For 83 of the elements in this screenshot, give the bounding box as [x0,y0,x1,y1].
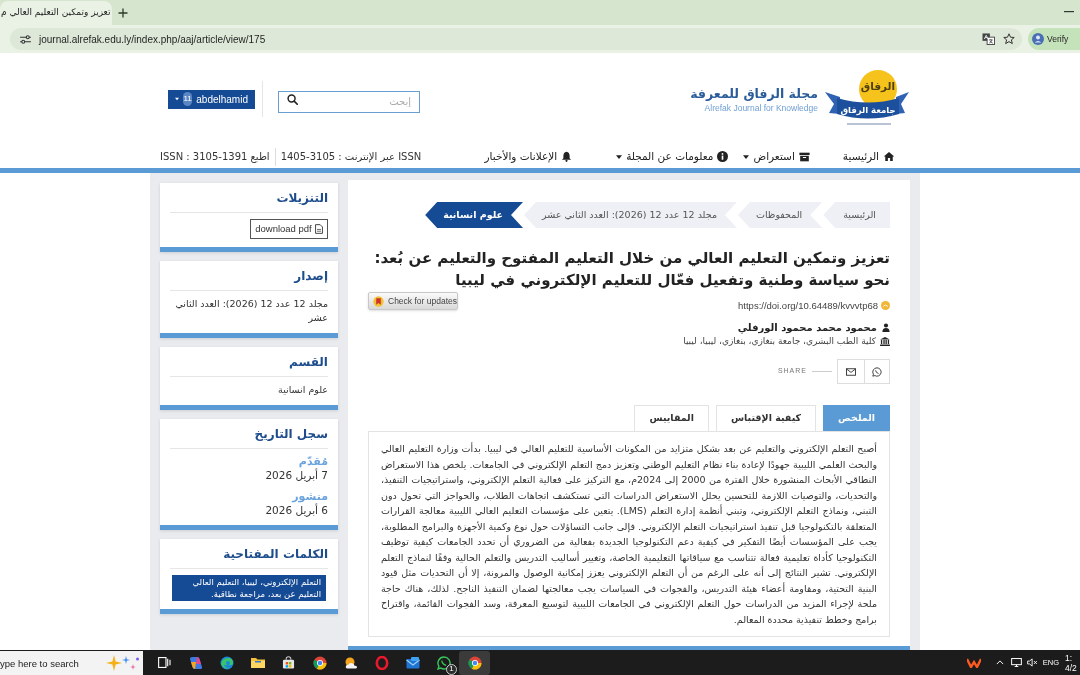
logo-ribbon-text: جامعة الرفاق [839,104,897,116]
file-icon [314,224,323,234]
article-title: تعزيز وتمكين التعليم العالي من خلال التعليم المفتوح والتعليم عن بُعد: نحو سياسة وطنية وتفعيل فعّال للتعليم الإلكتروني في ليبيا [373,248,890,291]
breadcrumb-link[interactable]: الرئيسية [823,202,890,228]
chat-bubble-icon[interactable] [436,655,451,670]
unread-count: 1 [446,663,457,675]
disc-icon [881,301,890,311]
author-affiliation: كلية الطب البشري، جامعة بنغازي، بنغازي، ليبيا، ليبيا [683,335,876,347]
info-icon [717,151,729,162]
folder-icon[interactable] [250,656,265,669]
nav-link[interactable]: الرئيسية [842,148,895,165]
breadcrumb-link[interactable]: المحفوظات [738,202,823,228]
search-field[interactable]: إبحث [278,90,420,113]
breadcrumb-link[interactable]: علوم انسانية [425,202,523,228]
ring-icon[interactable] [374,655,389,670]
sliders-icon[interactable] [20,34,31,44]
article-tab[interactable]: المقاييس [634,405,709,431]
breadcrumb-link[interactable]: مجلد 12 عدد 12 (2026): العدد الثاني عشر [524,202,737,228]
caret-icon [175,97,179,101]
user-icon [882,323,890,332]
journal-title: مجلة الرفاق للمعرفة [690,84,818,103]
circle-segments-icon[interactable] [312,655,327,670]
bell-icon [561,151,573,162]
avatar-icon [1032,33,1044,45]
date-value: 6 أبريل 2026 [265,503,328,517]
minimize-icon[interactable] [1064,11,1074,13]
sidebar-text: علوم انسانية [277,383,328,397]
user-menu-button[interactable]: 11 abdelhamid [168,89,255,109]
notification-count: 11 [183,92,193,106]
taskbar-button[interactable] [459,650,490,675]
profile-button[interactable]: Verify [1028,28,1080,50]
doi-link[interactable]: https://doi.org/10.64489/kvvvtp68 [738,298,878,313]
envelope-icon[interactable] [405,656,420,669]
taskbar-button[interactable]: 1 [428,650,459,675]
circle-segments-icon[interactable] [467,655,482,670]
cloud-sun-icon[interactable] [343,656,358,669]
sidebar-heading: إصدار [292,268,328,284]
article-tab[interactable]: كيفية الإقتباس [715,405,817,431]
date-label: منشور [292,490,328,503]
nav-link[interactable]: استعراض [743,148,810,165]
clock-date[interactable]: 4/2 [1065,662,1077,673]
search-icon[interactable] [287,93,298,105]
bookmark-star-icon[interactable] [1003,33,1015,45]
taskbar-search-field[interactable]: ype here to search [0,651,143,675]
sidebar-heading: الكلمات المفتاحية [222,546,328,562]
sidebar-heading: التنزيلات [275,190,328,206]
sidebar-heading: القسم [288,354,328,370]
nav-link[interactable]: الإعلانات والأخبار [484,148,573,165]
new-tab-icon[interactable] [118,8,128,18]
chevron-up-icon[interactable] [995,660,1004,665]
abstract-text: أصبح التعلم الإلكتروني والتعليم عن بعد بشكل متزايد من المكونات الأساسية للتعليم العالي في ليبيا. بدأت وزارة التعليم العالي والبحث العلمي الليبية جهودًا لإعادة بناء نظام التعليم الوطني وتعزيز دمج التعلم الإلكتروني في الجامعات. يلخص هذا الاستعراض النطاقي الأبحاث المنشورة خلال الفترة من 2000 إلى 2024م، مع التركيز على فعالية التعلم الإلكتروني، واستراتيجيات التنفيذ، والتحديات، والتوصيات اللازمة للتحسين يحلل الاستعراض الدراسات التي تستكشف اتجاهات الطلاب، والحواجز التي تحول دون التبني، ونماذج التعلم الإلكتروني، وتبني أنظمة إدارة التعلم (LMS). يتعين على مؤسسات التعليم العالي الليبية معالجة القرارات المتعلقة بالتكنولوجيا قبل تنفيذ استراتيجيات التعلم الإلكتروني. فإلى جانب التساؤلات حول نوع وكمية الأجهزة والبرامج المطلوبة، يجب على المؤسسات أيضًا التفكير في كيفية دعم التكنولوجيا الجديدة بفعالية من الضروري أن تحدد الجامعات كيفية توظيف التكنولوجيا كأداة تعليمية فعالة تتناسب مع سياقاتها التعليمية الخاصة، وتغيير أساليب التدريس والتعلم الحالية وفقًا لنماذج التعلم الإلكتروني. تشير النتائج إلى أنه على الرغم من أن التعلم الإلكتروني يعزز إمكانية الوصول والمرونة، إلا أن التحديات مثل قيود البنية التحتية، ومقاومة أعضاء هيئة التدريس، والفجوات في السياسات يجب معالجتها لضمان التنفيذ الناجح. لذلك، هناك حاجة ملحة لإجراء المزيد من الدراسات حول التعلم الإلكتروني في الجامعات الليبية لتوسيع المعرفة، وسد الفجوات القائمة، واقتراح برامج وخطط تنفيذية محددة المعالم. [381,441,877,627]
zigzag-icon[interactable] [966,657,981,668]
share-button[interactable] [837,359,864,384]
date-label: مُقدّم [298,455,328,468]
author-name: محمود محمد محمود الورفلي [737,321,877,334]
issn-text: ISSN عبر الإنترنت : 3105-1405 [280,150,422,164]
institution-icon [880,336,890,346]
browser-tab[interactable]: تعزيز وتمكين التعليم العالي م [0,1,112,25]
shopping-bag-icon[interactable] [282,656,295,669]
archive-icon [798,151,810,162]
nav-link[interactable]: معلومات عن المجلة [616,148,729,165]
monitor-icon[interactable] [1010,658,1022,667]
sidebar-heading: سجل التاريخ [253,426,328,442]
sidebar-text: مجلد 12 عدد 12 (2026): العدد الثاني عشر [174,297,328,325]
speaker-muted-icon[interactable] [1026,658,1038,667]
share-button[interactable] [864,359,890,384]
email-icon [846,367,856,376]
clock-time[interactable]: 1: [1065,652,1073,663]
journal-subtitle: Alrefak Journal for Knowledge [704,102,818,114]
chat-bubble-icon [872,366,882,377]
home-icon [883,151,895,162]
check-for-updates-button[interactable]: Check for updates [368,292,458,310]
logo-calligraphy: الرفاق [860,79,896,94]
keyword-tag[interactable]: التعلم الإلكتروني، ليبيا، التعليم العالي التعليم عن بعد، مراجعة نطاقية. [172,575,326,601]
date-value: 7 أبريل 2026 [265,468,328,482]
task-view-icon[interactable] [158,657,171,668]
issn-text: اطبع ISSN : 3105-1391 [160,150,270,164]
swirl-icon[interactable] [188,655,203,670]
download-pdf-button[interactable]: download pdf [250,219,328,239]
ribbon-badge-icon [373,295,384,307]
wave-icon[interactable] [219,655,234,670]
address-bar[interactable]: journal.alrefak.edu.ly/index.php/aaj/article/view/175 [10,28,1022,50]
translate-icon[interactable] [982,33,995,45]
